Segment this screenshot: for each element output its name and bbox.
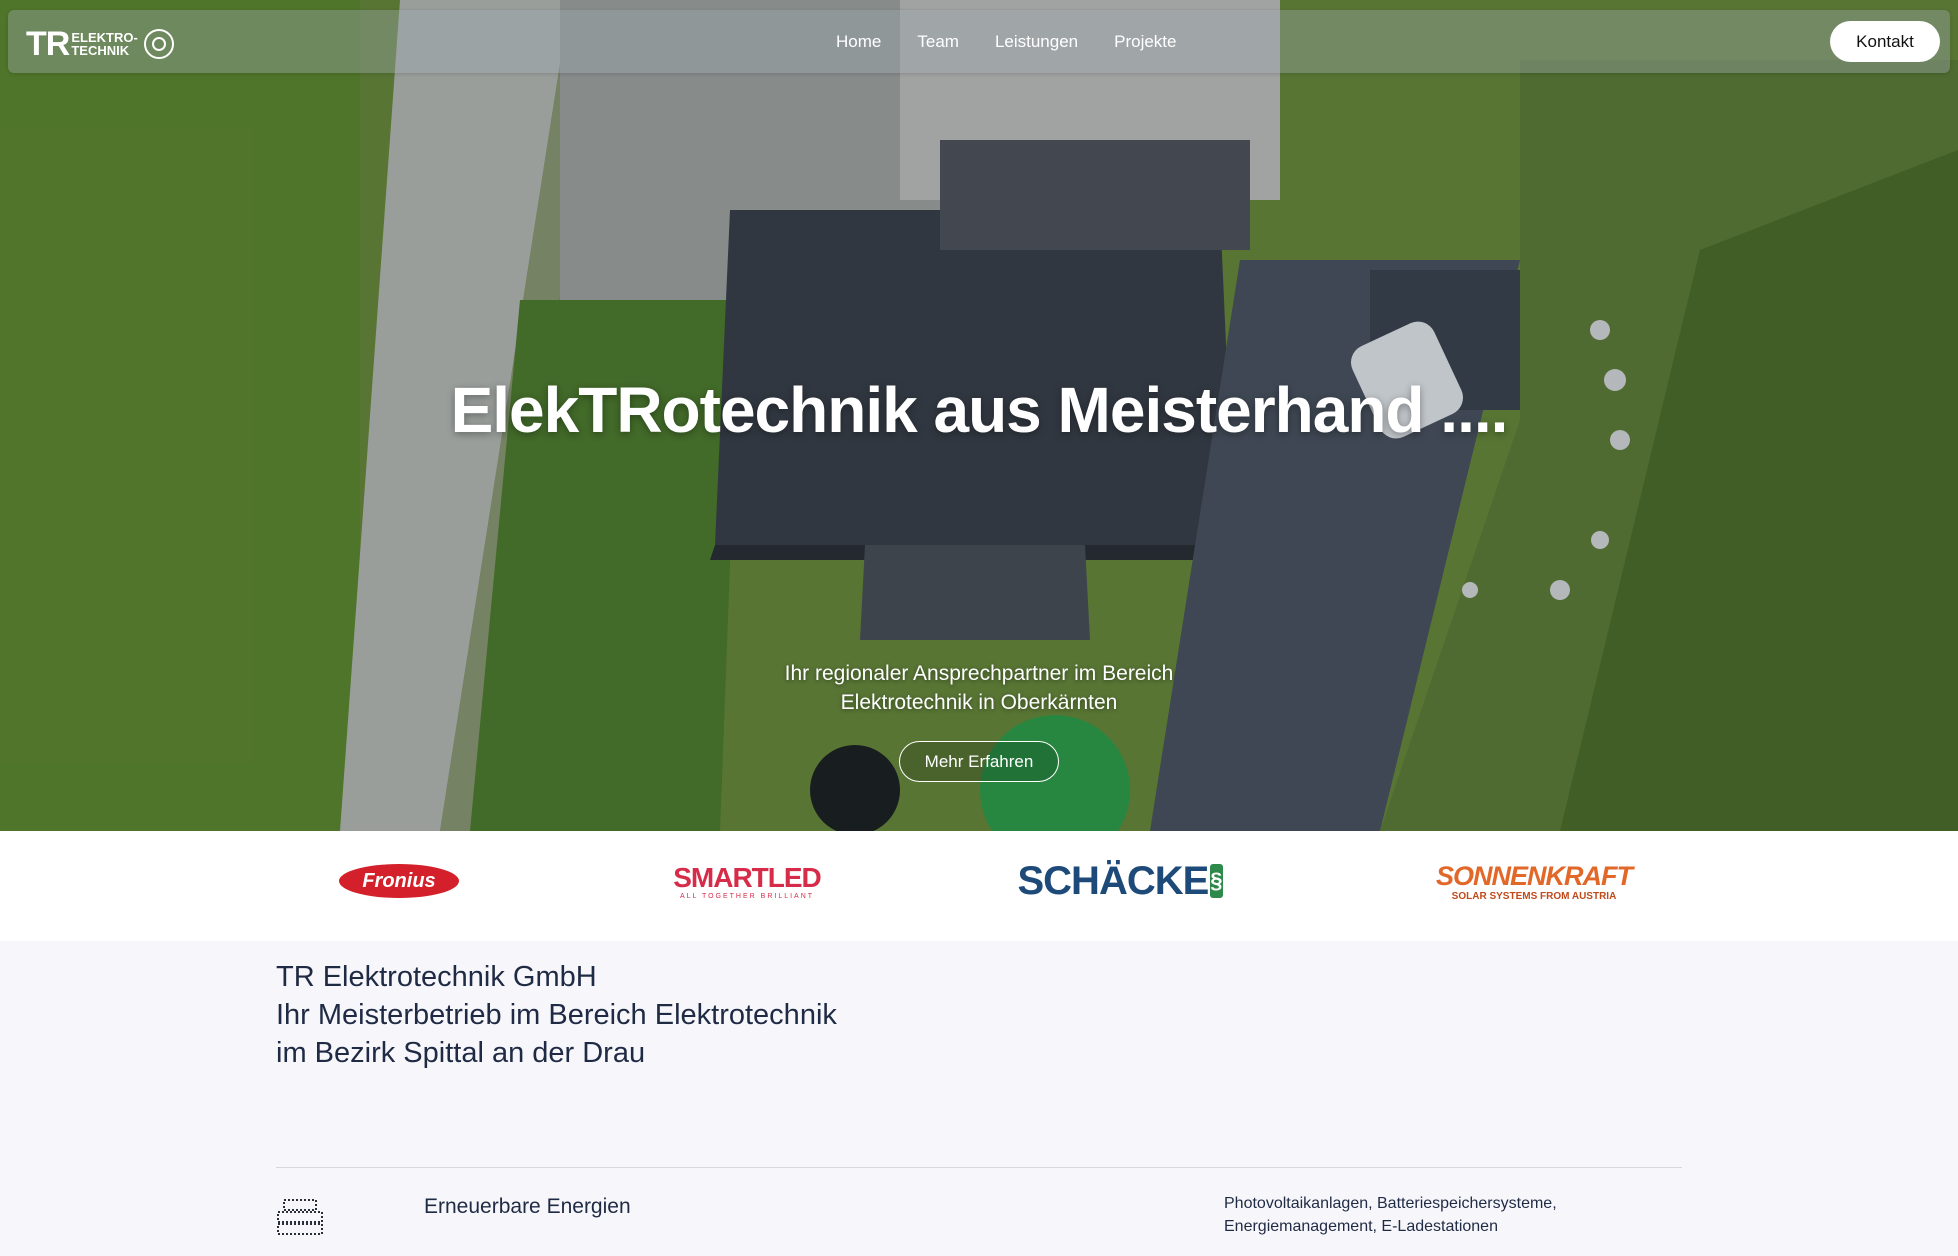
company-logo[interactable]: TR ELEKTRO- TECHNIK [26, 26, 174, 62]
fronius-wordmark: Fronius [339, 864, 459, 898]
nav-links: Home Team Leistungen Projekte [818, 32, 1195, 52]
section-divider [276, 1167, 1682, 1168]
intro-line-3: im Bezirk Spittal an der Drau [276, 1037, 646, 1069]
smartled-logo: SMARTLED ALL TOGETHER BRILLIANT [672, 851, 822, 911]
contact-button[interactable]: Kontakt [1830, 21, 1940, 62]
partner-logos: Fronius SMARTLED ALL TOGETHER BRILLIANT … [0, 831, 1958, 941]
nav-link-team[interactable]: Team [899, 32, 977, 52]
schaecke-wordmark: SCHÄCKE [1017, 858, 1209, 903]
logo-wordmark: ELEKTRO- TECHNIK [71, 31, 137, 57]
nav-link-home[interactable]: Home [818, 32, 899, 52]
sonnenkraft-wordmark: SONNENKRAFT [1436, 860, 1633, 891]
learn-more-button[interactable]: Mehr Erfahren [899, 741, 1059, 782]
service-description: Photovoltaikanlagen, Batteriespeichersys… [1224, 1195, 1557, 1235]
solar-panel-icon [277, 1199, 323, 1235]
logo-emblem-icon [143, 29, 174, 59]
intro-line-2: Ihr Meisterbetrieb im Bereich Elektrotec… [276, 999, 837, 1031]
schaecke-emblem-icon: § [1210, 864, 1223, 898]
sonnenkraft-logo: SONNENKRAFT SOLAR SYSTEMS FROM AUSTRIA [1428, 851, 1640, 911]
company-intro: TR Elektrotechnik GmbH Ihr Meisterbetrie… [276, 958, 976, 1072]
fronius-logo: Fronius [338, 851, 460, 911]
schaecke-logo: SCHÄCKE § [1017, 851, 1223, 911]
smartled-wordmark: SMARTLED [673, 861, 822, 893]
service-title: Erneuerbare Energien [424, 1195, 631, 1218]
hero-section: TR ELEKTRO- TECHNIK Home Team Leistungen… [0, 0, 1958, 831]
hero-subtitle: Ihr regionaler Ansprechpartner im Bereic… [784, 662, 1174, 714]
intro-line-1: TR Elektrotechnik GmbH [276, 961, 597, 993]
main-navbar: TR ELEKTRO- TECHNIK Home Team Leistungen… [8, 10, 1950, 73]
nav-link-leistungen[interactable]: Leistungen [977, 32, 1096, 52]
nav-link-projekte[interactable]: Projekte [1096, 32, 1194, 52]
logo-line-2: TECHNIK [71, 43, 130, 58]
sonnenkraft-tagline: SOLAR SYSTEMS FROM AUSTRIA [1451, 890, 1617, 902]
smartled-tagline: ALL TOGETHER BRILLIANT [679, 892, 815, 900]
logo-mark: TR [26, 25, 70, 63]
hero-title: ElekTRotechnik aus Meisterhand .... [450, 373, 1509, 446]
